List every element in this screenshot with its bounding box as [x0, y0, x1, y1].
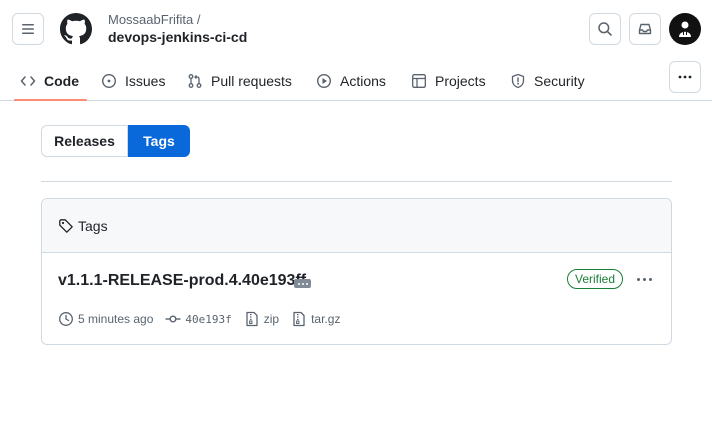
tag-options-button[interactable]: [634, 271, 654, 287]
commit-icon: [165, 315, 181, 323]
tags-box-header: Tags: [42, 199, 671, 253]
tag-commit[interactable]: 40e193f: [165, 311, 232, 327]
shield-icon: [511, 73, 525, 88]
verified-badge[interactable]: Verified: [567, 269, 624, 289]
inbox-button[interactable]: [629, 13, 661, 45]
divider: [41, 181, 672, 182]
inbox-icon: [638, 23, 652, 35]
tab-security[interactable]: Security: [510, 60, 585, 101]
tags-box-title: Tags: [78, 217, 108, 234]
releases-button[interactable]: Releases: [41, 125, 128, 157]
avatar-figure-icon: [679, 21, 691, 37]
repo-header: MossaabFrifita / devops-jenkins-ci-cd Co…: [0, 0, 712, 101]
tab-code-label: Code: [44, 72, 79, 89]
repo-owner-link[interactable]: MossaabFrifita /: [108, 12, 200, 27]
tag-time-label: 5 minutes ago: [78, 312, 154, 326]
releases-tags-toggle: Releases Tags: [41, 125, 190, 157]
tab-actions[interactable]: Actions: [316, 60, 386, 101]
tab-pull-requests[interactable]: Pull requests: [187, 60, 292, 101]
repo-nav: Code Issues Pull requests Actions Projec…: [0, 60, 712, 101]
menu-button[interactable]: [12, 13, 44, 45]
issue-icon: [101, 73, 117, 88]
tab-issues[interactable]: Issues: [101, 60, 165, 101]
kebab-horizontal-icon: [678, 75, 692, 79]
github-logo-icon[interactable]: [60, 13, 92, 45]
tab-security-label: Security: [534, 72, 585, 89]
table-icon: [412, 73, 426, 88]
tag-name-link[interactable]: v1.1.1-RELEASE-prod.4.40e193ff: [58, 272, 306, 290]
tab-projects-label: Projects: [435, 72, 486, 89]
tags-box: Tags v1.1.1-RELEASE-prod.4.40e193ff Veri…: [41, 198, 672, 345]
tags-button[interactable]: Tags: [128, 125, 190, 157]
targz-download[interactable]: tar.gz: [291, 311, 340, 327]
hamburger-icon: [22, 24, 34, 34]
search-button[interactable]: [589, 13, 621, 45]
tab-issues-label: Issues: [125, 72, 166, 89]
commit-sha-link[interactable]: 40e193f: [185, 313, 231, 326]
tab-pull-requests-label: Pull requests: [211, 72, 292, 89]
tag-icon: [59, 218, 73, 233]
play-icon: [316, 73, 332, 88]
tag-meta: 5 minutes ago 40e193f zip tar.gz: [58, 310, 352, 328]
targz-download-label[interactable]: tar.gz: [311, 312, 340, 326]
zip-download[interactable]: zip: [244, 311, 279, 327]
file-zip-icon: [246, 311, 258, 327]
zip-download-label[interactable]: zip: [264, 312, 279, 326]
more-tabs-button[interactable]: [669, 61, 701, 93]
expand-message-button[interactable]: [294, 279, 311, 288]
code-icon: [20, 75, 36, 86]
pull-request-icon: [188, 73, 202, 88]
tab-actions-label: Actions: [340, 72, 386, 89]
file-zip-icon: [293, 311, 305, 327]
clock-icon: [59, 312, 73, 326]
tab-projects[interactable]: Projects: [411, 60, 486, 101]
tag-time: 5 minutes ago: [58, 311, 153, 327]
search-icon: [598, 22, 612, 36]
tab-code[interactable]: Code: [14, 60, 87, 101]
user-avatar[interactable]: [669, 13, 701, 45]
repo-name-link[interactable]: devops-jenkins-ci-cd: [108, 29, 247, 45]
